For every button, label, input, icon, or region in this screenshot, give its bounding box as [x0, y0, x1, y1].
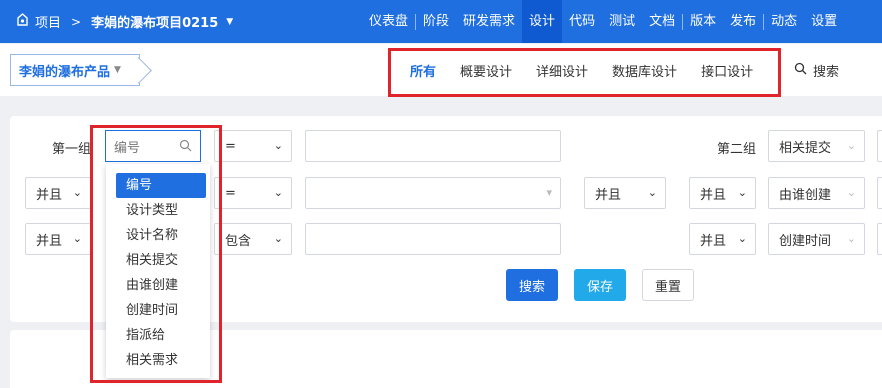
- nav-dashboard[interactable]: 仪表盘: [362, 0, 415, 43]
- nav-stage[interactable]: 阶段: [416, 0, 456, 43]
- project-switcher[interactable]: 李娟的瀑布项目0215: [91, 12, 218, 31]
- top-navbar: 项目 > 李娟的瀑布项目0215 ▼ 仪表盘 阶段 研发需求 设计 代码 测试 …: [0, 0, 882, 43]
- breadcrumb: 项目 > 李娟的瀑布项目0215 ▼: [16, 0, 233, 43]
- row3-group2-field-select[interactable]: 创建时间 ⌄: [768, 223, 865, 255]
- tab-all[interactable]: 所有: [398, 61, 448, 80]
- nav-release[interactable]: 发布: [723, 0, 763, 43]
- project-icon: [16, 12, 29, 31]
- field-search-input[interactable]: 编号: [105, 130, 201, 162]
- field-option-assigned-to[interactable]: 指派给: [106, 323, 210, 348]
- row3-group2-operator-select[interactable]: [877, 223, 882, 255]
- tab-detailed-design[interactable]: 详细设计: [524, 61, 600, 80]
- chevron-down-icon: ▼: [114, 65, 121, 75]
- chevron-down-icon: ▾: [546, 186, 552, 199]
- chevron-down-icon: ⌄: [846, 139, 856, 152]
- chevron-down-icon: ⌄: [846, 232, 856, 245]
- row2-operator-select[interactable]: = ⌄: [214, 177, 292, 209]
- row2-logic-select[interactable]: 并且 ⌄: [25, 177, 91, 209]
- search-label: 搜索: [813, 64, 840, 80]
- row1-operator-select[interactable]: = ⌄: [214, 130, 292, 162]
- nav-version[interactable]: 版本: [683, 0, 723, 43]
- row1-value-input[interactable]: [305, 130, 561, 162]
- save-button[interactable]: 保存: [574, 269, 626, 301]
- group2-label: 第二组: [717, 142, 757, 157]
- product-name: 李娟的瀑布产品: [19, 64, 111, 80]
- breadcrumb-project-link[interactable]: 项目: [35, 12, 61, 31]
- field-option-id[interactable]: 编号: [116, 173, 206, 198]
- field-option-created-time[interactable]: 创建时间: [106, 298, 210, 323]
- row2-group2-logic-select[interactable]: 并且 ⌄: [689, 177, 756, 209]
- chevron-down-icon: ⌄: [273, 186, 283, 199]
- row1-group2-field-select[interactable]: 相关提交 ⌄: [768, 130, 865, 162]
- tab-interface-design[interactable]: 接口设计: [689, 61, 765, 80]
- field-option-design-name[interactable]: 设计名称: [106, 223, 210, 248]
- nav-activity[interactable]: 动态: [764, 0, 804, 43]
- nav-design[interactable]: 设计: [522, 0, 563, 43]
- field-option-created-by[interactable]: 由谁创建: [106, 273, 210, 298]
- chevron-down-icon: ⌄: [737, 186, 747, 199]
- row2-value-select[interactable]: ▾: [305, 177, 561, 209]
- product-switcher[interactable]: 李娟的瀑布产品 ▼: [10, 54, 140, 86]
- chevron-down-icon: ⌄: [737, 232, 747, 245]
- field-option-design-type[interactable]: 设计类型: [106, 198, 210, 223]
- chevron-down-icon[interactable]: ▼: [226, 17, 233, 27]
- nav-docs[interactable]: 文档: [642, 0, 682, 43]
- main-nav: 仪表盘 阶段 研发需求 设计 代码 测试 文档 版本 发布 动态 设置: [362, 0, 844, 43]
- chevron-down-icon: ⌄: [846, 186, 856, 199]
- row3-operator-select[interactable]: 包含 ⌄: [214, 223, 292, 255]
- chevron-right-icon: >: [71, 14, 82, 29]
- row3-logic-select[interactable]: 并且 ⌄: [25, 223, 91, 255]
- field-option-related-story[interactable]: 相关需求: [106, 348, 210, 373]
- row2-group-logic-select[interactable]: 并且 ⌄: [584, 177, 666, 209]
- row2-group2-operator-select[interactable]: [877, 177, 882, 209]
- field-search-placeholder: 编号: [114, 140, 141, 156]
- nav-settings[interactable]: 设置: [804, 0, 844, 43]
- tab-database-design[interactable]: 数据库设计: [600, 61, 689, 80]
- row1-group2-operator-select[interactable]: [877, 130, 882, 162]
- search-icon: [179, 139, 192, 156]
- search-icon: [794, 62, 807, 79]
- field-option-related-commit[interactable]: 相关提交: [106, 248, 210, 273]
- row3-group2-logic-select[interactable]: 并且 ⌄: [689, 223, 756, 255]
- row2-group2-field-select[interactable]: 由谁创建 ⌄: [768, 177, 865, 209]
- field-dropdown-list: 编号 设计类型 设计名称 相关提交 由谁创建 创建时间 指派给 相关需求: [106, 164, 210, 378]
- chevron-down-icon: ⌄: [273, 139, 283, 152]
- nav-code[interactable]: 代码: [562, 0, 602, 43]
- tab-overview-design[interactable]: 概要设计: [448, 61, 524, 80]
- design-type-tabs: 所有 概要设计 详细设计 数据库设计 接口设计: [398, 44, 765, 96]
- row3-value-input[interactable]: [305, 223, 561, 255]
- chevron-down-icon: ⌄: [273, 232, 283, 245]
- chevron-down-icon: ⌄: [647, 186, 657, 199]
- search-button[interactable]: 搜索: [506, 269, 558, 301]
- search-toggle[interactable]: 搜索: [794, 44, 839, 96]
- group1-label: 第一组: [52, 142, 92, 157]
- nav-test[interactable]: 测试: [602, 0, 642, 43]
- reset-button[interactable]: 重置: [642, 269, 694, 301]
- nav-requirements[interactable]: 研发需求: [456, 0, 522, 43]
- chevron-down-icon: ⌄: [72, 232, 82, 245]
- chevron-down-icon: ⌄: [72, 186, 82, 199]
- sub-header: 李娟的瀑布产品 ▼ 所有 概要设计 详细设计 数据库设计 接口设计 搜索: [0, 44, 882, 96]
